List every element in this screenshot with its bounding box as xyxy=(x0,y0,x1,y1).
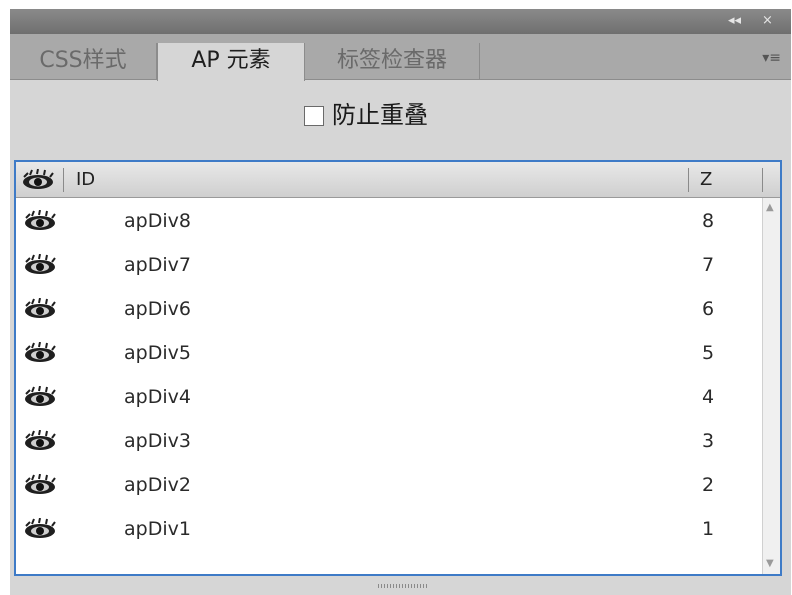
eye-icon[interactable] xyxy=(22,254,58,276)
eye-icon[interactable] xyxy=(22,474,58,496)
tab-css-styles[interactable]: CSS样式 xyxy=(10,43,157,80)
layer-id[interactable]: apDiv6 xyxy=(124,287,191,331)
eye-icon[interactable] xyxy=(22,298,58,320)
visibility-column-eye-icon[interactable] xyxy=(20,169,56,191)
table-row[interactable]: apDiv1 1 xyxy=(16,507,762,551)
prevent-overlap-label: 防止重叠 xyxy=(332,101,428,129)
ap-elements-panel: ◂◂ × CSS样式 AP 元素 标签检查器 ▾≡ 防止重叠 ID Z apDi… xyxy=(10,9,791,595)
vertical-scrollbar[interactable]: ▲ ▼ xyxy=(762,198,780,574)
layer-id[interactable]: apDiv7 xyxy=(124,243,191,287)
tab-ap-elements[interactable]: AP 元素 xyxy=(157,43,305,81)
table-row[interactable]: apDiv7 7 xyxy=(16,243,762,287)
panel-tabs: CSS样式 AP 元素 标签检查器 ▾≡ xyxy=(10,34,791,81)
table-row[interactable]: apDiv3 3 xyxy=(16,419,762,463)
tab-tag-inspector[interactable]: 标签检查器 xyxy=(305,43,480,80)
list-header: ID Z xyxy=(16,162,780,198)
panel-options-menu-icon[interactable]: ▾≡ xyxy=(762,50,781,66)
layer-id[interactable]: apDiv8 xyxy=(124,199,191,243)
layer-z-index[interactable]: 6 xyxy=(702,287,714,331)
scroll-down-arrow-icon[interactable]: ▼ xyxy=(766,558,774,569)
layer-id[interactable]: apDiv4 xyxy=(124,375,191,419)
table-row[interactable]: apDiv5 5 xyxy=(16,331,762,375)
eye-icon[interactable] xyxy=(22,386,58,408)
scroll-up-arrow-icon[interactable]: ▲ xyxy=(766,202,774,213)
panel-resize-bar[interactable] xyxy=(10,576,791,595)
close-panel-icon[interactable]: × xyxy=(762,12,773,30)
table-row[interactable]: apDiv6 6 xyxy=(16,287,762,331)
eye-icon[interactable] xyxy=(22,210,58,232)
options-bar: 防止重叠 xyxy=(10,80,791,160)
layer-id[interactable]: apDiv3 xyxy=(124,419,191,463)
prevent-overlap-checkbox[interactable] xyxy=(304,106,324,126)
layer-z-index[interactable]: 2 xyxy=(702,463,714,507)
eye-icon[interactable] xyxy=(22,430,58,452)
table-row[interactable]: apDiv2 2 xyxy=(16,463,762,507)
layer-z-index[interactable]: 5 xyxy=(702,331,714,375)
layer-z-index[interactable]: 4 xyxy=(702,375,714,419)
layer-z-index[interactable]: 7 xyxy=(702,243,714,287)
layer-z-index[interactable]: 1 xyxy=(702,507,714,551)
header-divider xyxy=(688,168,689,192)
layer-z-index[interactable]: 3 xyxy=(702,419,714,463)
layer-id[interactable]: apDiv2 xyxy=(124,463,191,507)
table-row[interactable]: apDiv8 8 xyxy=(16,199,762,243)
eye-icon[interactable] xyxy=(22,518,58,540)
id-column-header[interactable]: ID xyxy=(76,162,95,198)
eye-icon[interactable] xyxy=(22,342,58,364)
header-divider xyxy=(63,168,64,192)
ap-elements-list: ID Z apDiv8 8 apDiv7 7 apDiv6 6 apDiv5 5 xyxy=(14,160,782,576)
panel-titlebar: ◂◂ × xyxy=(10,9,791,34)
collapse-panel-icon[interactable]: ◂◂ xyxy=(728,12,741,30)
z-column-header[interactable]: Z xyxy=(700,162,712,198)
layer-z-index[interactable]: 8 xyxy=(702,199,714,243)
layer-id[interactable]: apDiv5 xyxy=(124,331,191,375)
header-divider xyxy=(762,168,763,192)
layer-id[interactable]: apDiv1 xyxy=(124,507,191,551)
table-row[interactable]: apDiv4 4 xyxy=(16,375,762,419)
resize-grip-icon[interactable] xyxy=(378,584,428,588)
